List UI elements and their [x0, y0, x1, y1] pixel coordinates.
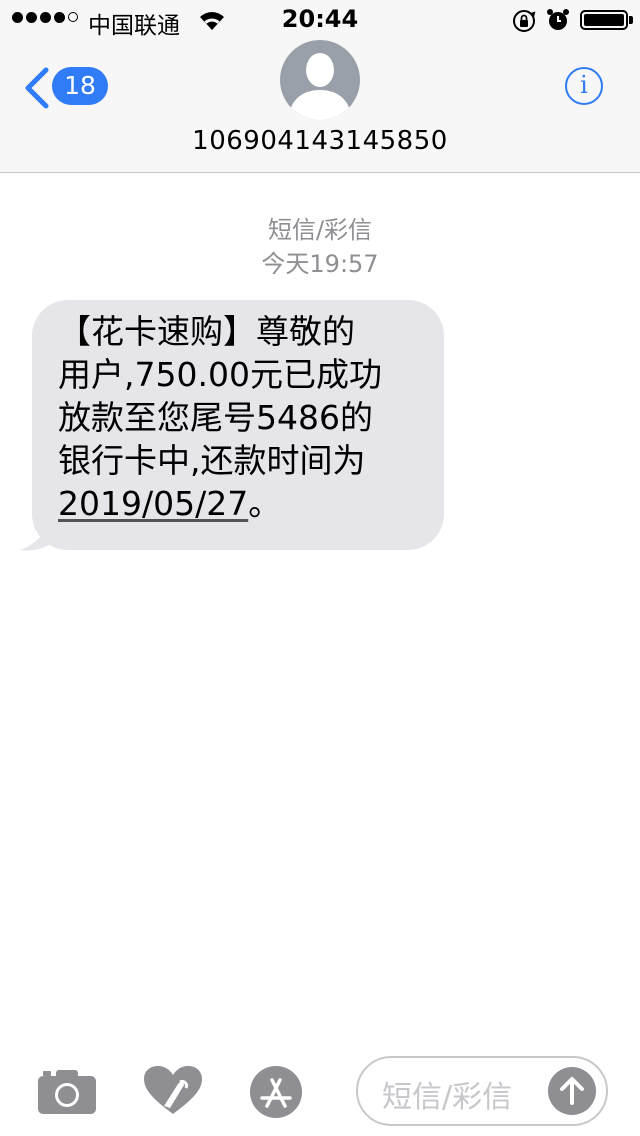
battery-icon [580, 10, 628, 30]
message-line: 银行卡中,还款时间为 [58, 441, 366, 480]
info-button[interactable]: i [565, 67, 603, 105]
message-line: 放款至您尾号5486的 [58, 398, 373, 437]
message-line-last: 2019/05/27。 [58, 482, 420, 525]
status-bar: 中国联通 20:44 [0, 0, 640, 40]
rotation-lock-icon [513, 10, 536, 32]
contact-avatar[interactable] [280, 40, 360, 120]
received-message-bubble[interactable]: 【花卡速购】尊敬的 用户,750.00元已成功 放款至您尾号5486的 银行卡中… [32, 300, 444, 550]
message-input-placeholder: 短信/彩信 [382, 1080, 513, 1115]
message-timestamp: 今天19:57 [261, 250, 379, 278]
unread-count-badge[interactable]: 18 [52, 67, 108, 105]
alarm-icon [547, 9, 569, 30]
message-input[interactable]: 短信/彩信 [356, 1056, 608, 1126]
digital-touch-heart-icon[interactable] [144, 1066, 202, 1116]
conversation-header: 18 106904143145850 i [0, 40, 640, 173]
message-line: 【花卡速购】尊敬的 [58, 312, 355, 351]
date-link[interactable]: 2019/05/27 [58, 484, 248, 523]
back-chevron-icon[interactable] [22, 66, 52, 110]
message-line: 用户,750.00元已成功 [58, 355, 382, 394]
message-type-label: 短信/彩信 [267, 216, 373, 244]
camera-icon[interactable] [38, 1068, 96, 1114]
person-silhouette-icon [288, 53, 352, 120]
status-time: 20:44 [281, 5, 359, 33]
battery-tip [629, 16, 633, 24]
contact-number[interactable]: 106904143145850 [0, 126, 640, 156]
arrow-up-icon [560, 1077, 584, 1105]
message-end-punct: 。 [248, 484, 282, 523]
app-store-icon[interactable] [250, 1066, 302, 1118]
send-button[interactable] [548, 1067, 596, 1115]
compose-toolbar: 短信/彩信 [0, 1046, 640, 1136]
